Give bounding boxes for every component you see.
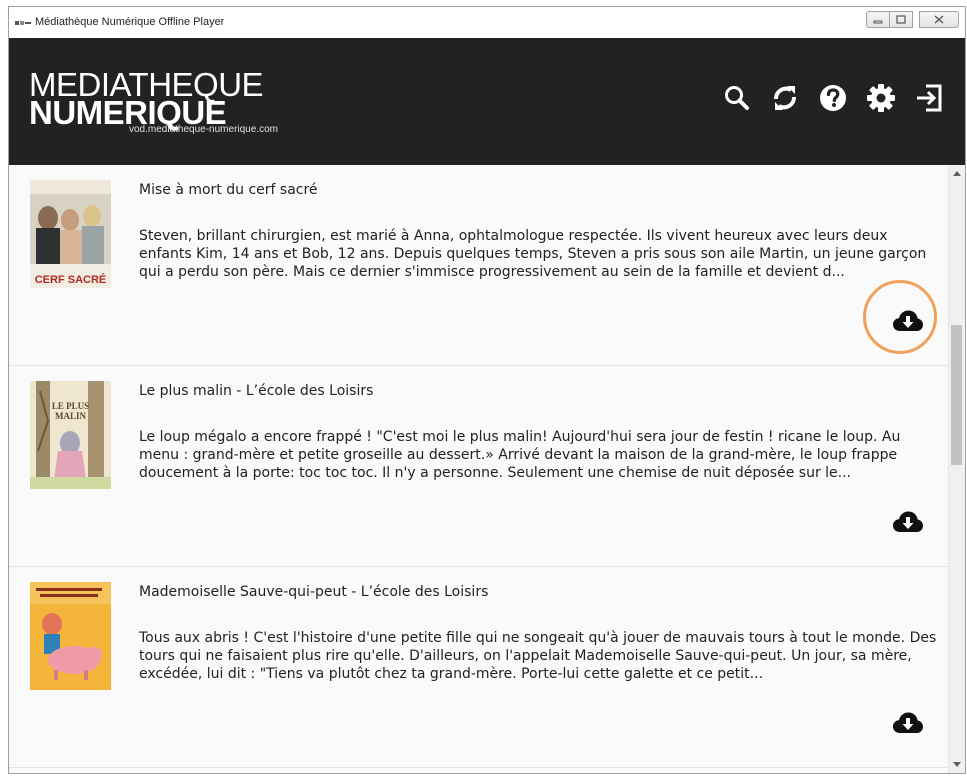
list-item[interactable]: CERF SACRÉ Mise à mort du cerf sacré Ste…: [9, 165, 948, 366]
cover-caption: LE PLUS MALIN: [51, 401, 90, 421]
item-description: Le loup mégalo a encore frappé ! "C'est …: [139, 429, 901, 481]
cover-image[interactable]: LE PLUS MALIN: [30, 381, 111, 489]
scroll-down-icon[interactable]: [953, 762, 961, 767]
cover-image[interactable]: CERF SACRÉ: [30, 180, 111, 288]
settings-button[interactable]: [865, 82, 897, 114]
cloud-download-icon: [893, 511, 923, 532]
logo-url: vod.mediatheque-numerique.com: [129, 124, 278, 135]
app-window: Médiathèque Numérique Offline Player MED…: [8, 6, 966, 774]
app-header: MEDIATHEQUE NUMERIQUE vod.mediatheque-nu…: [9, 38, 965, 165]
sync-button[interactable]: [769, 82, 801, 114]
media-list[interactable]: CERF SACRÉ Mise à mort du cerf sacré Ste…: [9, 165, 948, 773]
scroll-thumb[interactable]: [951, 325, 962, 465]
help-icon: [820, 85, 846, 111]
download-button[interactable]: [890, 709, 926, 737]
cover-image[interactable]: [30, 582, 111, 690]
gear-icon: [867, 84, 895, 112]
maximize-icon: [896, 15, 906, 24]
close-button[interactable]: [919, 11, 959, 28]
title-bar[interactable]: Médiathèque Numérique Offline Player: [9, 7, 965, 39]
search-button[interactable]: [721, 82, 753, 114]
app-icon: [15, 21, 31, 25]
item-description: Steven, brillant chirurgien, est marié à…: [139, 228, 927, 280]
logo-line2: NUMERIQUE: [29, 94, 227, 131]
minimize-icon: [873, 20, 883, 23]
list-item[interactable]: LE PLUS MALIN Le plus malin - L’école de…: [9, 366, 948, 567]
vertical-scrollbar[interactable]: [948, 165, 965, 773]
download-button[interactable]: [890, 508, 926, 536]
close-icon: [934, 15, 944, 24]
exit-button[interactable]: [913, 82, 945, 114]
minimize-button[interactable]: [866, 11, 890, 28]
cloud-download-icon: [893, 712, 923, 733]
exit-icon: [917, 84, 942, 112]
item-description: Tous aux abris ! C'est l'histoire d'une …: [139, 630, 937, 682]
cover-caption: CERF SACRÉ: [34, 274, 107, 286]
download-button[interactable]: [890, 307, 926, 335]
item-title[interactable]: Le plus malin - L’école des Loisirs: [139, 383, 373, 399]
item-title[interactable]: Mise à mort du cerf sacré: [139, 182, 318, 198]
logo: MEDIATHEQUE NUMERIQUE vod.mediatheque-nu…: [29, 68, 278, 135]
toolbar: [721, 82, 945, 114]
maximize-button[interactable]: [889, 11, 913, 28]
scroll-up-icon[interactable]: [953, 171, 961, 176]
list-item[interactable]: Mademoiselle Sauve-qui-peut - L’école de…: [9, 567, 948, 768]
window-title: Médiathèque Numérique Offline Player: [35, 16, 225, 28]
search-icon: [725, 86, 749, 110]
help-button[interactable]: [817, 82, 849, 114]
item-title[interactable]: Mademoiselle Sauve-qui-peut - L’école de…: [139, 584, 488, 600]
cloud-download-icon: [893, 310, 923, 331]
window-controls: [866, 11, 959, 28]
sync-icon: [774, 86, 796, 110]
